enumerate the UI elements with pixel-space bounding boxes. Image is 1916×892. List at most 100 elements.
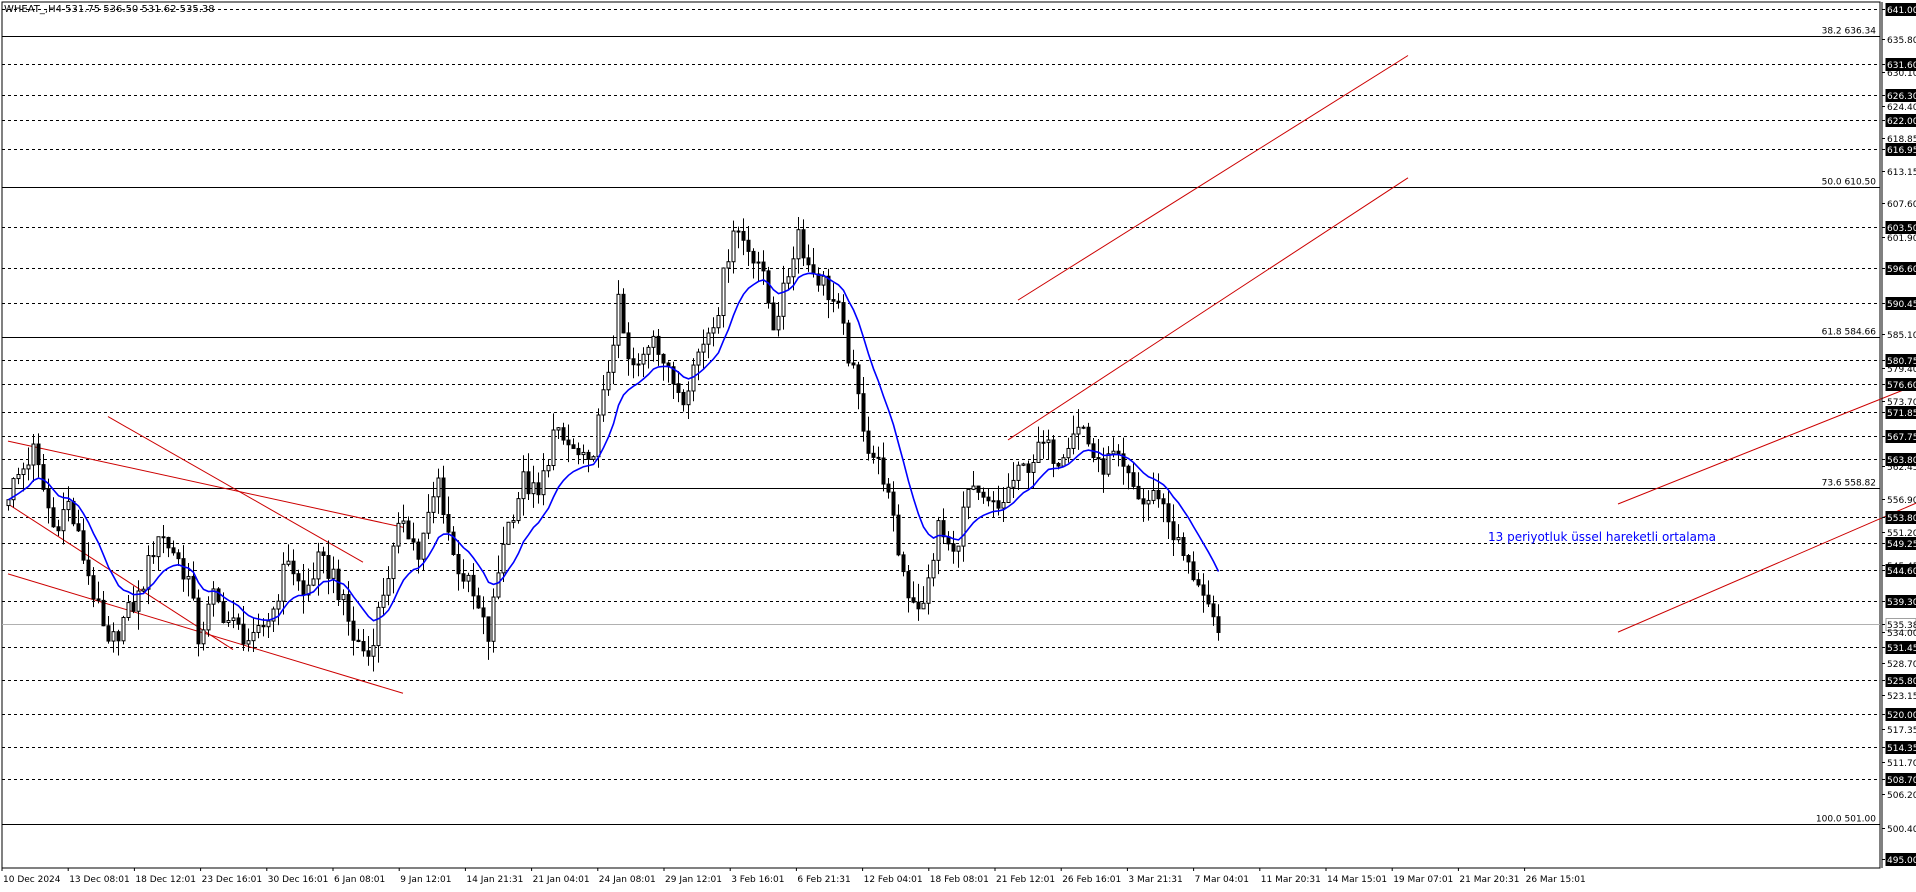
- time-tick-label: 14 Jan 21:31: [466, 875, 523, 885]
- time-tick-label: 7 Mar 04:01: [1195, 875, 1249, 885]
- candle-body: [431, 496, 436, 513]
- price-tick-label: 531.45: [1887, 644, 1916, 654]
- candle-body: [751, 250, 756, 264]
- candle-body: [1136, 485, 1141, 500]
- candle-body: [1106, 453, 1111, 475]
- candle-body: [571, 444, 576, 449]
- fib-level-label: 50.0 610.50: [1822, 178, 1877, 188]
- price-tick-label: 596.60: [1887, 265, 1916, 275]
- fib-level-label: 73.6 558.82: [1822, 479, 1876, 489]
- price-tick-label: 585.10: [1887, 331, 1916, 341]
- candle-body: [421, 532, 426, 560]
- chart-svg: 38.2 636.34 50.0 610.50 61.8 584.66 73.6 55…: [0, 0, 1916, 888]
- candle-body: [356, 639, 361, 642]
- candle-body: [921, 602, 926, 610]
- time-tick-label: 26 Feb 16:01: [1062, 875, 1121, 885]
- candle-body: [771, 302, 776, 331]
- candle-body: [401, 520, 406, 524]
- candle-body: [486, 616, 491, 642]
- candle-body: [651, 335, 656, 348]
- price-tick-label: 571.85: [1887, 409, 1916, 419]
- fib-level-label: 38.2 636.34: [1822, 27, 1877, 37]
- price-tick-label: 525.80: [1887, 677, 1916, 687]
- candle-body: [126, 602, 131, 618]
- candle-body: [1116, 450, 1121, 455]
- candle-body: [1051, 439, 1056, 464]
- candle-body: [1186, 555, 1191, 563]
- candle-body: [1076, 426, 1081, 435]
- candle-body: [971, 485, 976, 490]
- candle-body: [1151, 489, 1156, 501]
- candle-body: [216, 588, 221, 603]
- price-tick-label: 523.15: [1887, 692, 1916, 702]
- candle-body: [1201, 584, 1206, 596]
- candle-body: [371, 645, 376, 657]
- candle-body: [776, 315, 781, 331]
- candle-body: [886, 483, 891, 493]
- candle-body: [41, 464, 46, 490]
- candle-body: [1166, 503, 1171, 523]
- price-tick-label: 506.20: [1887, 791, 1916, 801]
- price-tick-label: 539.30: [1887, 598, 1916, 608]
- candle-body: [406, 520, 411, 540]
- price-tick-label: 495.00: [1887, 856, 1916, 866]
- candle-body: [976, 485, 981, 493]
- candle-body: [291, 560, 296, 575]
- candle-body: [941, 520, 946, 538]
- candle-body: [1141, 498, 1146, 505]
- candle-body: [606, 371, 611, 391]
- fib-level-label: 100.0 501.00: [1816, 815, 1876, 825]
- candle-body: [61, 509, 66, 532]
- candle-body: [661, 353, 666, 364]
- candle-body: [706, 332, 711, 345]
- candle-body: [1056, 462, 1061, 467]
- price-tick-label: 616.95: [1887, 146, 1916, 156]
- price-tick-label: 613.15: [1887, 168, 1916, 178]
- candle-body: [161, 536, 166, 539]
- candle-body: [731, 230, 736, 263]
- candle-body: [906, 571, 911, 599]
- price-tick-label: 567.75: [1887, 433, 1916, 443]
- price-tick-label: 630.10: [1887, 69, 1916, 79]
- candle-body: [176, 552, 181, 560]
- candle-body: [181, 558, 186, 580]
- candle-body: [656, 335, 661, 355]
- candle-body: [1161, 498, 1166, 505]
- price-tick-label: 534.00: [1887, 629, 1916, 639]
- candle-body: [281, 563, 286, 602]
- time-tick-label: 18 Feb 08:01: [930, 875, 989, 885]
- candle-body: [1111, 450, 1116, 455]
- candle-body: [1011, 479, 1016, 488]
- candle-body: [146, 555, 151, 590]
- candle-body: [316, 551, 321, 580]
- candle-body: [851, 362, 856, 366]
- candle-body: [81, 530, 86, 561]
- time-tick-label: 6 Feb 21:31: [797, 875, 850, 885]
- candle-body: [936, 520, 941, 561]
- time-tick-label: 11 Mar 20:31: [1261, 875, 1321, 885]
- candle-body: [31, 443, 36, 466]
- candle-body: [251, 631, 256, 642]
- time-tick-label: 24 Jan 08:01: [599, 875, 656, 885]
- candle-body: [631, 358, 636, 366]
- candle-body: [21, 468, 26, 476]
- candle-body: [196, 597, 201, 645]
- candle-body: [436, 477, 441, 498]
- candle-body: [111, 631, 116, 642]
- candle-body: [641, 353, 646, 365]
- price-tick-label: 641.00: [1887, 6, 1916, 16]
- candle-body: [551, 429, 556, 467]
- candle-body: [701, 343, 706, 353]
- candle-body: [916, 601, 921, 610]
- price-tick-label: 500.40: [1887, 825, 1916, 835]
- candle-body: [471, 574, 476, 597]
- candle-body: [56, 526, 61, 532]
- candle-body: [396, 522, 401, 547]
- candle-body: [611, 344, 616, 373]
- candle-body: [1191, 561, 1196, 581]
- candle-body: [96, 598, 101, 601]
- candle-body: [696, 351, 701, 366]
- candle-body: [246, 640, 251, 645]
- candle-body: [1096, 457, 1101, 460]
- candle-body: [481, 607, 486, 618]
